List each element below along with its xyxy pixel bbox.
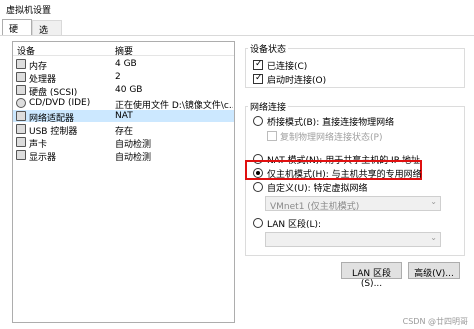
device-row-memory[interactable]: 内存 4 GB <box>13 58 234 72</box>
check-icon: ✓ <box>255 73 263 83</box>
device-row-network-adapter[interactable]: 网络适配器 NAT <box>13 110 234 124</box>
lan-segment-label[interactable]: LAN 区段(L): <box>267 217 321 230</box>
lan-segment-radio[interactable] <box>253 218 263 228</box>
hard-disk-icon <box>16 85 26 95</box>
device-status-label: 设备状态 <box>248 42 289 55</box>
device-list[interactable]: 设备 摘要 内存 4 GB 处理器 2 硬盘 (SCSI) 40 GB CD/D… <box>12 41 235 323</box>
tab-hardware[interactable]: 硬件 <box>2 19 32 48</box>
lan-segment-select[interactable]: ⌄ <box>265 232 441 247</box>
vmnet-select[interactable]: VMnet1 (仅主机模式) ⌄ <box>265 196 441 212</box>
device-row-sound-card[interactable]: 声卡 自动检测 <box>13 136 234 150</box>
custom-label[interactable]: 自定义(U): 特定虚拟网络 <box>267 181 368 194</box>
device-summary: 4 GB <box>115 59 137 69</box>
network-connection-label: 网络连接 <box>248 100 289 113</box>
host-only-label[interactable]: 仅主机模式(H): 与主机共享的专用网络 <box>267 167 422 180</box>
host-only-radio[interactable] <box>253 168 263 178</box>
usb-icon <box>16 124 26 134</box>
connect-on-power-checkbox[interactable]: ✓ <box>253 73 263 84</box>
bridged-radio[interactable] <box>253 116 263 126</box>
network-adapter-icon <box>16 111 26 121</box>
cd-dvd-icon <box>16 98 26 108</box>
check-icon: ✓ <box>255 59 263 69</box>
replicate-checkbox[interactable] <box>267 131 277 141</box>
memory-icon <box>16 59 26 69</box>
connected-checkbox[interactable]: ✓ <box>253 59 263 70</box>
advanced-button[interactable]: 高级(V)... <box>408 262 460 279</box>
radio-selected-dot <box>256 171 260 175</box>
device-name: CD/DVD (IDE) <box>29 98 91 108</box>
device-summary: 2 <box>115 72 121 82</box>
display-icon <box>16 150 26 160</box>
cpu-icon <box>16 72 26 82</box>
column-summary[interactable]: 摘要 <box>115 44 133 57</box>
custom-radio[interactable] <box>253 182 263 192</box>
lan-segments-button[interactable]: LAN 区段(S)... <box>341 262 402 289</box>
sound-card-icon <box>16 137 26 147</box>
device-summary: 自动检测 <box>115 153 152 163</box>
connected-label[interactable]: 已连接(C) <box>267 59 307 72</box>
device-row-display[interactable]: 显示器 自动检测 <box>13 149 234 163</box>
device-row-processor[interactable]: 处理器 2 <box>13 71 234 85</box>
vmnet-select-value: VMnet1 (仅主机模式) <box>270 202 360 212</box>
chevron-down-icon: ⌄ <box>430 197 437 206</box>
tab-options[interactable]: 选项 <box>32 20 62 49</box>
device-row-usb[interactable]: USB 控制器 存在 <box>13 123 234 137</box>
device-list-header: 设备 摘要 <box>13 42 234 57</box>
chevron-down-icon: ⌄ <box>430 233 437 242</box>
device-summary: NAT <box>115 111 133 121</box>
vm-settings-window: 虚拟机设置 硬件 选项 设备 摘要 内存 4 GB 处理器 2 硬盘 (SCSI… <box>0 0 474 329</box>
replicate-label[interactable]: 复制物理网络连接状态(P) <box>280 130 382 143</box>
device-row-cd-dvd[interactable]: CD/DVD (IDE) 正在使用文件 D:\镜像文件\c... <box>13 97 234 111</box>
connect-on-power-label[interactable]: 启动时连接(O) <box>267 73 326 86</box>
device-name: 显示器 <box>29 153 57 163</box>
bridged-label[interactable]: 桥接模式(B): 直接连接物理网络 <box>267 115 394 128</box>
device-summary: 40 GB <box>115 85 143 95</box>
device-row-hard-disk[interactable]: 硬盘 (SCSI) 40 GB <box>13 84 234 98</box>
window-title: 虚拟机设置 <box>0 0 474 18</box>
column-device[interactable]: 设备 <box>17 44 35 57</box>
watermark: CSDN @廿四明哥 <box>402 317 468 326</box>
